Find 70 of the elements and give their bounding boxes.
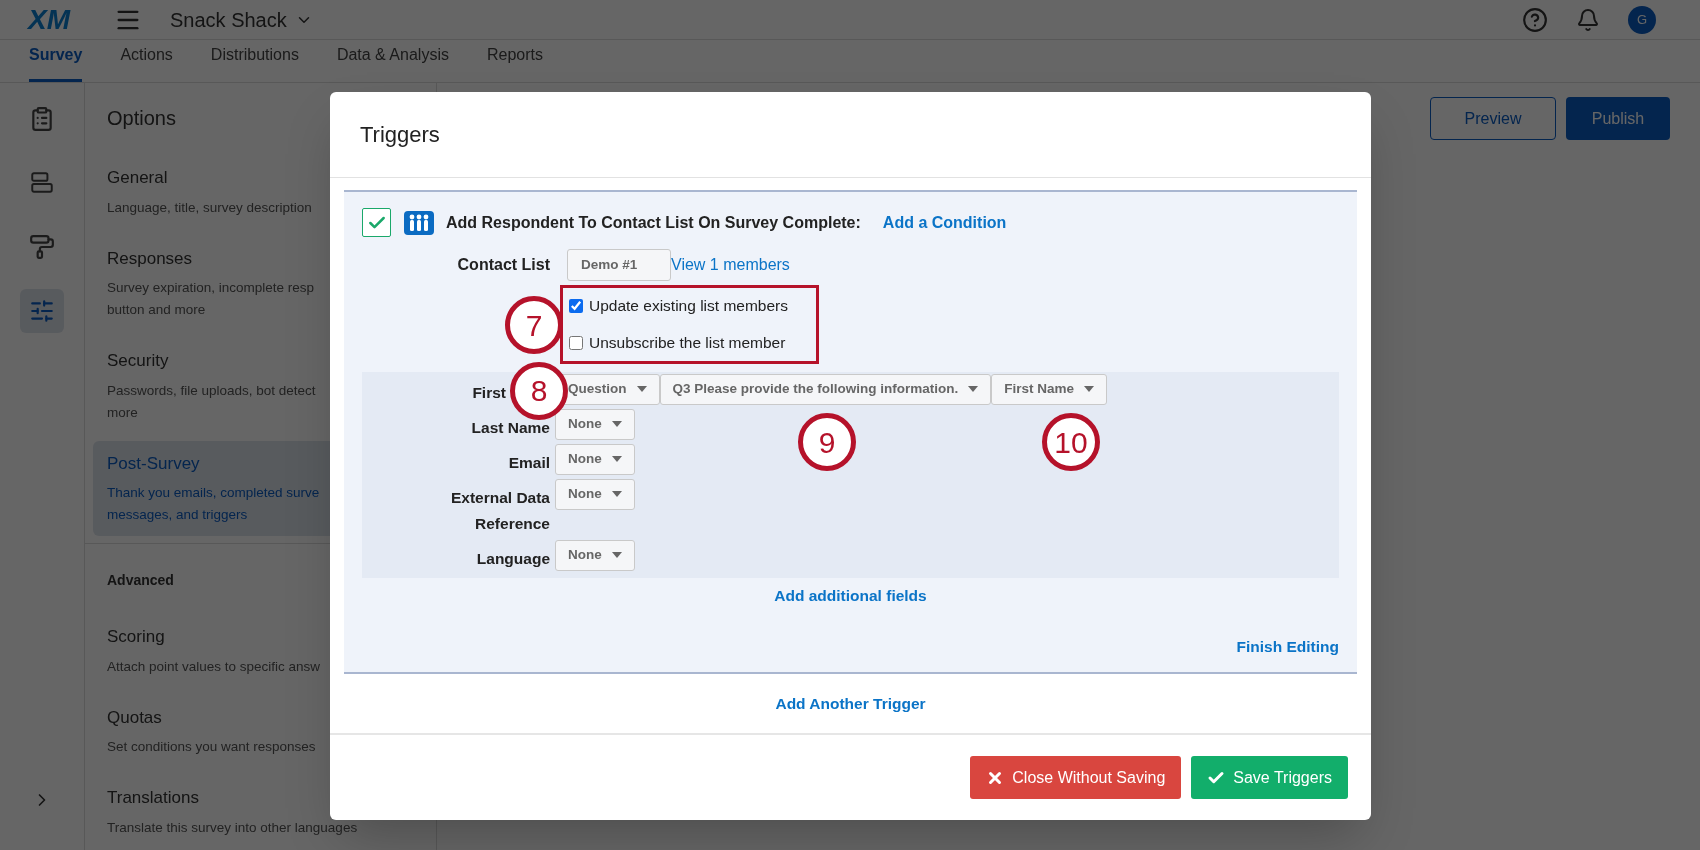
- option-title[interactable]: Quotas: [107, 704, 162, 730]
- close-without-saving-button[interactable]: Close Without Saving: [970, 756, 1182, 800]
- caret-icon: [611, 456, 622, 462]
- callout-number: 8: [510, 361, 568, 420]
- dropdown[interactable]: None: [555, 539, 635, 571]
- nav-tab[interactable]: Distributions: [210, 43, 299, 82]
- section-heading: Advanced: [107, 571, 175, 590]
- dropdown[interactable]: None: [555, 408, 635, 440]
- field-label: Contact List: [456, 255, 551, 275]
- field-label: External Data Reference: [449, 487, 550, 534]
- option-description: Attach point values to specific answ: [107, 657, 321, 676]
- option-title[interactable]: Security: [107, 348, 169, 374]
- option-title[interactable]: Scoring: [107, 624, 165, 650]
- nav-tab[interactable]: Survey: [29, 43, 83, 82]
- option-description: Thank you emails, completed surve messages, and triggers: [107, 484, 320, 524]
- options-title: Options: [106, 106, 177, 131]
- contact-list-field[interactable]: Demo #1: [567, 249, 671, 281]
- publish-button[interactable]: Publish: [1566, 97, 1670, 140]
- option-description: Survey expiration, incomplete resp button and more: [107, 279, 315, 319]
- dialog-title: Triggers: [360, 121, 440, 149]
- field-label: Email: [508, 452, 550, 473]
- nav-tab[interactable]: Data & Analysis: [336, 43, 449, 82]
- option-description: Language, title, survey description: [107, 198, 312, 217]
- nav-tab[interactable]: Reports: [486, 43, 543, 82]
- dropdown[interactable]: First Name: [991, 373, 1108, 405]
- field-label: Language: [476, 548, 550, 569]
- option-description: Translate this survey into other languages: [107, 818, 358, 837]
- add-fields-link[interactable]: Add additional fields: [774, 583, 927, 607]
- option-title[interactable]: Responses: [107, 245, 193, 271]
- paint-roller-icon: [29, 234, 55, 260]
- checkbox-label: Update existing list members: [589, 296, 788, 316]
- add-trigger-link[interactable]: Add Another Trigger: [775, 692, 926, 716]
- checkbox[interactable]: [569, 298, 583, 313]
- caret-icon: [636, 386, 647, 392]
- checkbox[interactable]: [569, 335, 583, 350]
- option-description: Set conditions you want responses: [107, 738, 316, 756]
- caret-icon: [611, 491, 622, 497]
- project-name[interactable]: Snack Shack: [170, 4, 287, 35]
- caret-icon: [1084, 386, 1095, 392]
- caret-icon: [968, 386, 979, 392]
- trigger-checkbox[interactable]: [362, 208, 391, 237]
- dropdown[interactable]: Q3 Please provide the following information.: [659, 373, 992, 405]
- view-members-link[interactable]: View 1 members: [671, 253, 790, 277]
- sliders-icon: [29, 298, 55, 324]
- nav-tab[interactable]: Actions: [120, 43, 173, 82]
- people-icon: [404, 210, 434, 235]
- preview-button[interactable]: Preview: [1430, 97, 1556, 140]
- dropdown[interactable]: None: [555, 443, 635, 475]
- trigger-title: Add Respondent To Contact List On Survey Complete:: [446, 212, 861, 233]
- checkbox-label: Unsubscribe the list member: [589, 333, 786, 354]
- rail-button[interactable]: [20, 289, 64, 333]
- save-triggers-button[interactable]: Save Triggers: [1191, 756, 1348, 800]
- help-icon[interactable]: [1522, 6, 1548, 33]
- option-title[interactable]: Translations: [107, 785, 199, 811]
- add-condition-link[interactable]: Add a Condition: [882, 210, 1007, 235]
- dropdown[interactable]: None: [555, 478, 635, 510]
- field-label: Last Name: [471, 417, 550, 438]
- finish-editing-link[interactable]: Finish Editing: [1236, 634, 1339, 658]
- field-label: First: [472, 382, 506, 403]
- logo: XM: [28, 2, 70, 37]
- option-title[interactable]: Post-Survey: [107, 450, 200, 476]
- option-description: Passwords, file uploads, bot detect more: [107, 381, 316, 422]
- bell-icon[interactable]: [1576, 7, 1600, 32]
- avatar[interactable]: G: [1628, 5, 1656, 34]
- clipboard-icon: [29, 106, 55, 132]
- caret-icon: [611, 552, 622, 558]
- callout-number: 7: [505, 296, 563, 354]
- option-title[interactable]: General: [107, 165, 168, 191]
- caret-icon: [611, 421, 622, 427]
- stacked-blocks-icon: [29, 170, 55, 196]
